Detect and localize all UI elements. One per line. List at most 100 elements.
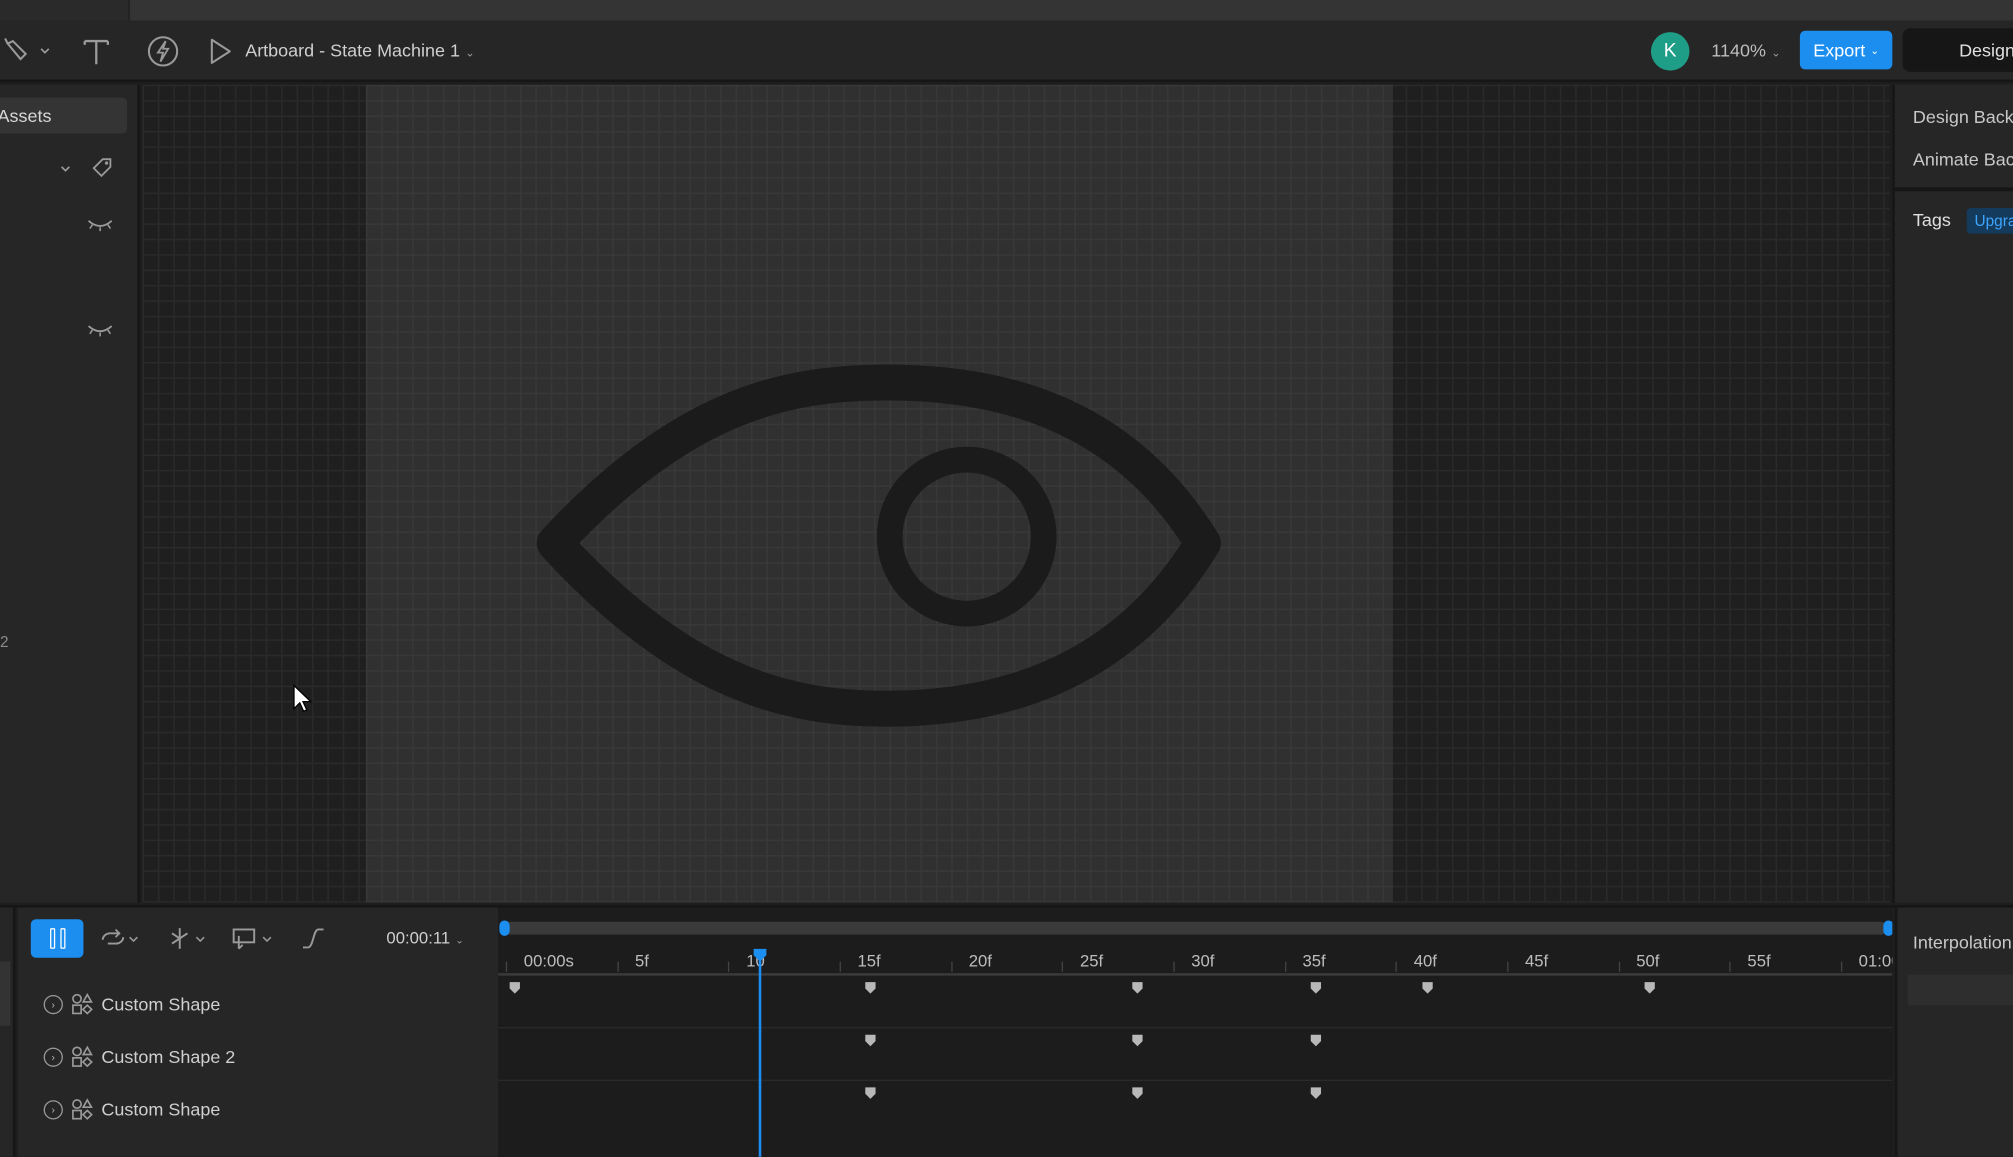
- ruler-tick: [1395, 961, 1398, 972]
- expand-chevron-icon[interactable]: ›: [43, 994, 63, 1014]
- ruler-label: 5f: [635, 951, 649, 971]
- loop-icon: [101, 928, 138, 945]
- text-tool-icon: [83, 39, 109, 65]
- pause-button[interactable]: [30, 919, 84, 958]
- timeline-panel: 00:00:11 ⌄ › Custom Shape › Custom Shape 2 › C…: [0, 905, 2013, 1157]
- interpolation-label: Interpolation: [1912, 932, 2012, 953]
- hidden-eye-icon[interactable]: [86, 216, 114, 240]
- artboard-breadcrumb[interactable]: Artboard - State Machine 1 ⌄: [245, 40, 475, 61]
- ruler-tick: [1062, 961, 1064, 972]
- ruler-label: 55f: [1747, 951, 1771, 971]
- window-top-strip: [0, 0, 2013, 21]
- ruler-tick: [839, 961, 841, 972]
- events-tool-button[interactable]: [146, 33, 179, 69]
- keyframe-marker[interactable]: [1309, 1033, 1322, 1047]
- pen-tool-button[interactable]: [3, 33, 52, 69]
- export-button[interactable]: Export ⌄: [1799, 30, 1893, 70]
- keyframe-marker[interactable]: [1131, 981, 1144, 995]
- shapes-icon: [72, 1098, 93, 1120]
- tags-label: Tags: [1912, 209, 1951, 230]
- hidden-eye-icon[interactable]: [86, 321, 114, 345]
- ruler-tick: [1173, 961, 1175, 972]
- ruler-tick: [505, 961, 508, 972]
- keyframe-marker[interactable]: [1309, 981, 1322, 995]
- ruler-tick: [1840, 961, 1842, 972]
- keyframe-marker[interactable]: [1131, 1033, 1144, 1047]
- ruler-label: 20f: [968, 951, 992, 971]
- ruler-label: 25f: [1079, 951, 1104, 971]
- text-tool-button[interactable]: [81, 33, 112, 69]
- workarea-icon: [232, 928, 272, 950]
- timeline-controls: 00:00:11 ⌄ › Custom Shape › Custom Shape 2 › C…: [17, 907, 499, 1157]
- timeline-left-edge: [0, 907, 16, 1157]
- eye-pupil-shape: [876, 446, 1057, 627]
- keyframe-marker[interactable]: [864, 981, 877, 995]
- easing-button[interactable]: [300, 926, 326, 952]
- keyframe-marker[interactable]: [864, 1086, 877, 1100]
- ruler-baseline: [498, 973, 1893, 976]
- play-icon: [210, 38, 231, 64]
- keyframe-marker[interactable]: [508, 981, 521, 995]
- keyframe-marker[interactable]: [1309, 1086, 1322, 1100]
- panel-divider: [1894, 187, 2013, 192]
- expand-chevron-icon[interactable]: ›: [43, 1046, 63, 1067]
- current-time: 00:00:11: [386, 928, 451, 948]
- export-label: Export: [1813, 39, 1866, 61]
- work-area-scrubber[interactable]: [503, 921, 1888, 935]
- left-panel: Assets 2: [0, 84, 140, 903]
- timeline-layer-row[interactable]: › Custom Shape: [18, 978, 498, 1029]
- row-number: 2: [0, 632, 9, 651]
- work-area-end-handle[interactable]: [1883, 920, 1893, 936]
- ruler-label: 15f: [857, 951, 881, 971]
- ruler-label: 01:00: [1858, 951, 1893, 971]
- work-area-button[interactable]: [231, 926, 277, 952]
- zoom-value: 1140%: [1711, 39, 1766, 61]
- ruler-tick: [950, 961, 953, 972]
- assets-tab[interactable]: Assets: [0, 97, 128, 134]
- keyframe-marker[interactable]: [1643, 981, 1656, 995]
- ruler-label: 30f: [1191, 951, 1215, 971]
- track-divider: [498, 1079, 1893, 1081]
- keyframe-marker[interactable]: [864, 1033, 877, 1047]
- timeline-track-area[interactable]: 00:00s 5f 10 15f 20f 25f 30f 35f 40f 45f 50f 55f 01:…: [498, 907, 1893, 1157]
- upgrade-badge[interactable]: Upgrade: [1966, 207, 2013, 234]
- current-time-dropdown[interactable]: 00:00:11 ⌄: [386, 928, 463, 947]
- bolt-circle-icon: [147, 36, 179, 67]
- keyframe-marker[interactable]: [1131, 1086, 1144, 1100]
- ruler-label: 00:00s: [523, 951, 574, 971]
- play-preview-button[interactable]: [208, 33, 234, 69]
- timeline-layer-row[interactable]: › Custom Shape: [18, 1084, 498, 1135]
- layer-name: Custom Shape 2: [101, 1046, 236, 1067]
- loop-mode-button[interactable]: [98, 926, 142, 952]
- ruler-label: 45f: [1524, 951, 1549, 971]
- zoom-dropdown[interactable]: 1140% ⌄: [1711, 40, 1780, 61]
- split-icon: [171, 928, 205, 949]
- timeline-layer-row[interactable]: › Custom Shape 2: [18, 1031, 498, 1082]
- user-avatar[interactable]: K: [1650, 32, 1690, 71]
- design-mode-tab[interactable]: Design: [1902, 28, 2013, 72]
- ruler-tick: [1284, 961, 1286, 972]
- chevron-down-icon[interactable]: [58, 159, 73, 182]
- snap-mode-button[interactable]: [167, 926, 208, 952]
- expand-chevron-icon[interactable]: ›: [43, 1099, 63, 1119]
- layer-name: Custom Shape: [101, 1098, 221, 1120]
- work-area-start-handle[interactable]: [499, 920, 510, 936]
- ruler-label: 40f: [1413, 951, 1437, 971]
- keyframe-marker[interactable]: [1421, 981, 1434, 995]
- eye-shape-drawing[interactable]: [143, 85, 1890, 903]
- stage-canvas[interactable]: [142, 84, 1890, 903]
- animate-background-item[interactable]: Animate Background: [1913, 149, 2013, 170]
- ruler-tick: [617, 961, 619, 972]
- tag-icon[interactable]: [91, 157, 114, 184]
- interpolation-field[interactable]: [1907, 974, 2013, 1006]
- ruler-tick: [1506, 961, 1509, 972]
- layer-name: Custom Shape: [101, 993, 221, 1015]
- right-panel: Design Background Animate Background Tag…: [1892, 84, 2013, 903]
- ruler-tick: [728, 961, 730, 972]
- curve-icon: [302, 928, 324, 949]
- track-divider: [498, 1027, 1893, 1029]
- ruler-label: 50f: [1636, 951, 1660, 971]
- design-background-item[interactable]: Design Background: [1913, 107, 2013, 128]
- playhead-line[interactable]: [758, 952, 761, 1157]
- ruler-tick: [1618, 961, 1620, 972]
